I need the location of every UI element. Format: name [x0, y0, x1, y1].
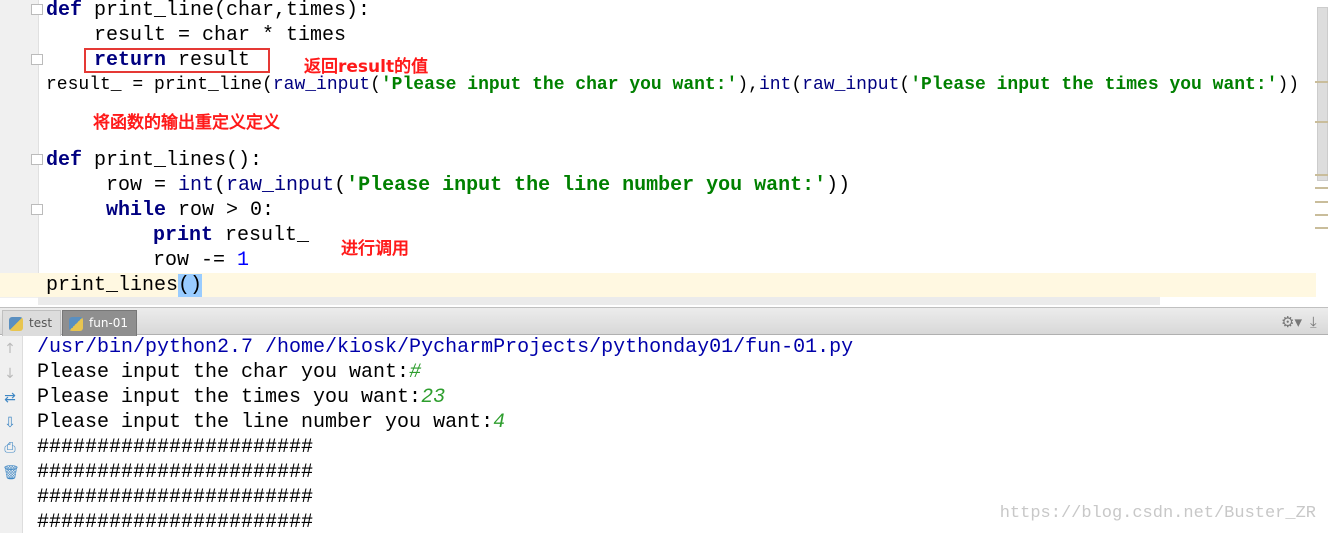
run-tab-bar: test fun-01: [0, 307, 1328, 337]
code-text: row =: [106, 174, 179, 197]
code-text: ),: [737, 75, 759, 95]
code-text: (: [334, 174, 347, 197]
code-line: row -= 1: [153, 248, 249, 273]
code-line: print_lines(): [46, 273, 203, 298]
error-stripe-mark[interactable]: [1315, 174, 1328, 176]
soft-wrap-icon[interactable]: ⇄: [2, 391, 18, 405]
code-text: print_lines():: [82, 149, 263, 172]
fold-marker-icon[interactable]: [31, 154, 43, 165]
code-editor[interactable]: def print_line(char,times): result = cha…: [0, 0, 1328, 305]
builtin: raw_input: [226, 174, 335, 197]
code-line: result = char * times: [94, 23, 346, 48]
user-input: 23: [421, 386, 446, 409]
print-icon[interactable]: ⎙: [2, 441, 18, 455]
editor-gutter: [0, 0, 39, 298]
console-prompt: Please input the line number you want:4: [37, 410, 505, 435]
console-prompt: Please input the char you want:#: [37, 360, 421, 385]
console-output-line: #######################: [37, 486, 314, 509]
editor-scrollbar[interactable]: [1317, 7, 1328, 181]
prompt-text: Please input the char you want:: [37, 361, 410, 384]
tab-fun-01[interactable]: fun-01: [62, 310, 138, 337]
console-command: /usr/bin/python2.7 /home/kiosk/PycharmPr…: [37, 336, 854, 359]
code-text: )): [826, 174, 851, 197]
keyword: def: [46, 0, 83, 22]
horizontal-scrollbar[interactable]: [38, 297, 1160, 305]
highlight-box: [84, 48, 270, 73]
tab-test[interactable]: test: [2, 310, 62, 337]
code-line: row = int(raw_input('Please input the li…: [106, 173, 850, 198]
error-stripe-mark[interactable]: [1315, 121, 1328, 123]
string-literal: 'Please input the times you want:': [910, 75, 1278, 95]
code-line: def print_line(char,times):: [46, 0, 370, 23]
code-text: print_line(char,times):: [82, 0, 371, 22]
console-toolbar: ↑ ↓ ⇄ ⇩ ⎙ 🗑: [0, 336, 23, 533]
user-input: #: [409, 361, 422, 384]
console-output-line: #######################: [37, 436, 314, 459]
code-text: )): [1277, 75, 1300, 95]
keyword: print: [153, 224, 214, 247]
scroll-to-end-icon[interactable]: ⇩: [2, 416, 18, 430]
builtin: int: [178, 174, 215, 197]
arrow-up-icon[interactable]: ↑: [2, 342, 18, 356]
error-stripe-mark[interactable]: [1315, 201, 1328, 203]
console-output-line: #######################: [37, 511, 314, 534]
fold-marker-icon[interactable]: [31, 54, 43, 65]
code-text: result = char * times: [94, 24, 347, 47]
keyword: while: [106, 199, 167, 222]
gear-icon[interactable]: ⚙▾: [1281, 313, 1302, 331]
console-output-line: #######################: [37, 461, 314, 484]
annotation-return: 返回result的值: [304, 57, 429, 77]
fold-marker-icon[interactable]: [31, 4, 43, 15]
code-text: result_ = print_line(: [46, 75, 273, 95]
code-text: row > 0:: [166, 199, 275, 222]
string-literal: 'Please input the line number you want:': [346, 174, 827, 197]
code-line: def print_lines():: [46, 148, 262, 173]
number-literal: 1: [237, 249, 250, 272]
code-line: result_ = print_line(raw_input('Please i…: [46, 73, 1299, 98]
arrow-down-icon[interactable]: ↓: [2, 367, 18, 381]
code-text: (: [214, 174, 227, 197]
code-line: while row > 0:: [106, 198, 274, 223]
error-stripe-mark[interactable]: [1315, 81, 1328, 83]
tab-label: test: [29, 316, 53, 330]
builtin: raw_input: [802, 75, 900, 95]
keyword: def: [46, 149, 83, 172]
user-input: 4: [493, 411, 506, 434]
matched-brace: (): [178, 274, 203, 297]
code-text: print_lines: [46, 274, 179, 297]
builtin: raw_input: [272, 75, 371, 95]
string-literal: 'Please input the char you want:': [380, 75, 738, 95]
minimize-icon[interactable]: ⤓: [1310, 313, 1317, 331]
annotation-call: 进行调用: [341, 239, 409, 259]
watermark: https://blog.csdn.net/Buster_ZR: [999, 504, 1316, 523]
python-icon: [9, 317, 23, 331]
code-text: row -=: [153, 249, 238, 272]
code-line: print result_: [153, 223, 309, 248]
error-stripe-mark[interactable]: [1315, 214, 1328, 216]
error-stripe-mark[interactable]: [1315, 227, 1328, 229]
error-stripe-mark[interactable]: [1315, 187, 1328, 189]
code-text: (: [791, 75, 803, 95]
code-text: result_: [213, 224, 310, 247]
code-text: (: [899, 75, 911, 95]
trash-icon[interactable]: 🗑: [2, 466, 20, 480]
annotation-redefine: 将函数的输出重定义定义: [93, 113, 280, 133]
tab-label: fun-01: [89, 316, 129, 330]
console-prompt: Please input the times you want:23: [37, 385, 445, 410]
fold-marker-icon[interactable]: [31, 204, 43, 215]
prompt-text: Please input the line number you want:: [37, 411, 494, 434]
python-icon: [69, 317, 83, 331]
builtin: int: [758, 75, 792, 95]
prompt-text: Please input the times you want:: [37, 386, 422, 409]
code-text: (: [370, 75, 381, 95]
